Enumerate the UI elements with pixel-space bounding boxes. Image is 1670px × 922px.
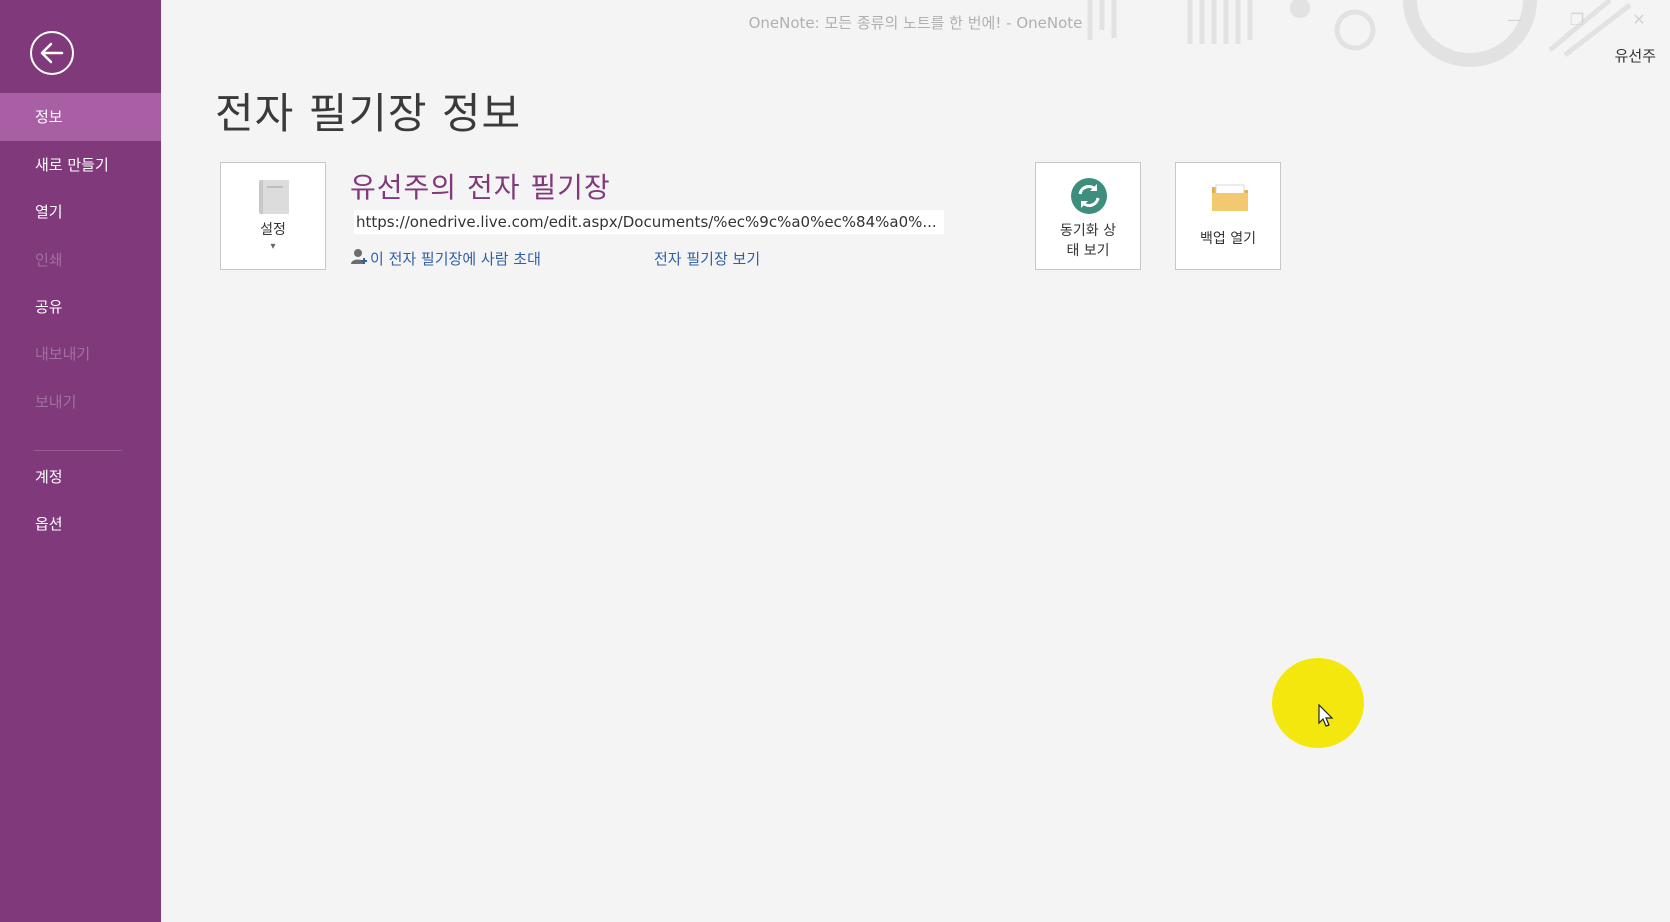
notebook-icon (259, 180, 289, 214)
sidebar-item-export: 내보내기 (35, 345, 91, 363)
page-title: 전자 필기장 정보 (215, 89, 522, 138)
sidebar-item-open[interactable]: 열기 (0, 188, 161, 236)
open-backups-label: 백업 열기 (1200, 231, 1256, 247)
sync-status-label-line2: 태 보기 (1066, 243, 1110, 259)
account-user-name[interactable]: 유선주 (1615, 45, 1656, 66)
back-arrow-icon (40, 42, 64, 64)
sidebar-item-share[interactable]: 공유 (0, 283, 161, 331)
sidebar-item-print: 인쇄 (35, 251, 63, 269)
invite-people-link[interactable]: 이 전자 필기장에 사람 초대 (370, 248, 541, 269)
sidebar-item-info[interactable]: 정보 (0, 93, 161, 141)
sidebar-item-account[interactable]: 계정 (0, 453, 161, 501)
backstage-sidebar: 정보 새로 만들기 열기 인쇄 공유 내보내기 보내기 계정 옵션 (0, 0, 161, 922)
view-notebook-link[interactable]: 전자 필기장 보기 (654, 248, 760, 269)
sync-icon (1071, 178, 1107, 214)
sync-status-label-line1: 동기화 상 (1060, 223, 1116, 239)
open-backups-button[interactable]: 백업 열기 (1175, 162, 1281, 270)
mouse-cursor-icon (1318, 704, 1334, 727)
notebook-name: 유선주의 전자 필기장 (350, 171, 611, 204)
settings-dropdown-caret: ▾ (270, 241, 276, 252)
view-sync-status-button[interactable]: 동기화 상 태 보기 (1035, 162, 1141, 270)
close-button[interactable]: ✕ (1624, 6, 1654, 34)
folder-icon (1212, 184, 1248, 211)
onenote-backstage: 정보 새로 만들기 열기 인쇄 공유 내보내기 보내기 계정 옵션 OneNot… (0, 0, 1670, 922)
sidebar-item-new[interactable]: 새로 만들기 (0, 141, 161, 189)
add-person-icon (351, 249, 367, 264)
restore-button[interactable]: ❐ (1562, 6, 1592, 34)
cursor-highlight (1272, 658, 1364, 748)
sidebar-item-send: 보내기 (35, 393, 77, 411)
sidebar-item-options[interactable]: 옵션 (0, 500, 161, 548)
notebook-url-field[interactable] (354, 210, 944, 234)
back-button[interactable] (30, 31, 74, 75)
notebook-settings-button[interactable]: 설정 ▾ (220, 162, 326, 270)
minimize-button[interactable]: — (1500, 6, 1530, 34)
sidebar-divider (34, 450, 122, 451)
